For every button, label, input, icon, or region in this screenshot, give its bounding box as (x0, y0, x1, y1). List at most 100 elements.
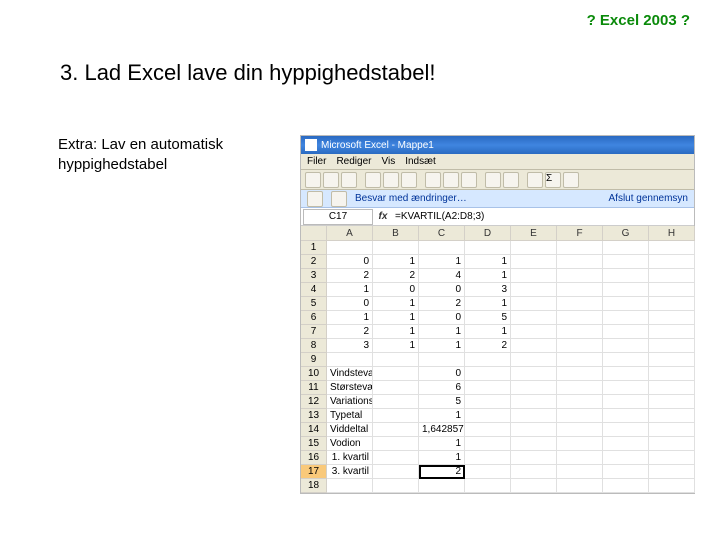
cell[interactable]: 1 (419, 437, 465, 451)
cell[interactable] (373, 241, 419, 255)
cell[interactable]: 0 (327, 255, 373, 269)
cell[interactable]: 1 (465, 325, 511, 339)
cell[interactable] (327, 353, 373, 367)
cell[interactable]: 1. kvartil (327, 451, 373, 465)
cell[interactable] (373, 465, 419, 479)
cell[interactable] (649, 381, 695, 395)
cell[interactable]: 1 (373, 311, 419, 325)
cell[interactable] (649, 451, 695, 465)
sort-icon[interactable] (527, 172, 543, 188)
row-header[interactable]: 15 (301, 437, 327, 451)
menu-insert[interactable]: Indsæt (405, 156, 436, 167)
cell[interactable] (649, 395, 695, 409)
row-header[interactable]: 1 (301, 241, 327, 255)
cell[interactable] (603, 269, 649, 283)
formula-input[interactable]: =KVARTIL(A2:D8;3) (391, 211, 694, 222)
cell[interactable] (373, 367, 419, 381)
cell[interactable] (511, 451, 557, 465)
copy-icon[interactable] (443, 172, 459, 188)
cell[interactable]: 2 (419, 465, 465, 479)
cell[interactable] (649, 297, 695, 311)
cut-icon[interactable] (425, 172, 441, 188)
cell[interactable] (327, 241, 373, 255)
cell[interactable] (373, 423, 419, 437)
cell[interactable] (557, 479, 603, 493)
cell[interactable] (465, 437, 511, 451)
cell[interactable]: 1 (465, 269, 511, 283)
corner-cell[interactable] (301, 226, 327, 241)
cell[interactable] (511, 297, 557, 311)
cell[interactable] (511, 465, 557, 479)
cell[interactable]: 0 (327, 297, 373, 311)
cell[interactable]: Størsteværdi (327, 381, 373, 395)
cell[interactable] (511, 437, 557, 451)
cell[interactable]: 1,642857 (419, 423, 465, 437)
row-header[interactable]: 17 (301, 465, 327, 479)
cell[interactable] (373, 479, 419, 493)
cell[interactable]: 3 (465, 283, 511, 297)
cell[interactable] (511, 479, 557, 493)
preview-icon[interactable] (383, 172, 399, 188)
cell[interactable]: 1 (419, 325, 465, 339)
cell[interactable]: 1 (465, 297, 511, 311)
cell[interactable]: 4 (419, 269, 465, 283)
cell[interactable]: Vodion (327, 437, 373, 451)
row-header[interactable]: 12 (301, 395, 327, 409)
review-icon2[interactable] (331, 191, 347, 207)
cell[interactable] (511, 409, 557, 423)
cell[interactable]: 1 (327, 311, 373, 325)
cell[interactable]: 1 (419, 451, 465, 465)
cell[interactable]: Variationsbredde (327, 395, 373, 409)
cell[interactable]: 1 (373, 325, 419, 339)
cell[interactable] (649, 311, 695, 325)
cell[interactable]: 1 (419, 409, 465, 423)
cell[interactable] (603, 465, 649, 479)
paste-icon[interactable] (461, 172, 477, 188)
cell[interactable] (511, 269, 557, 283)
cell[interactable] (649, 325, 695, 339)
cell[interactable] (511, 325, 557, 339)
col-D[interactable]: D (465, 226, 511, 241)
cell[interactable] (557, 255, 603, 269)
cell[interactable] (419, 241, 465, 255)
cell[interactable] (511, 395, 557, 409)
cell[interactable]: 2 (465, 339, 511, 353)
col-G[interactable]: G (603, 226, 649, 241)
cell[interactable] (649, 423, 695, 437)
cell[interactable]: 5 (465, 311, 511, 325)
cell[interactable]: 0 (373, 283, 419, 297)
cell[interactable] (465, 465, 511, 479)
cell[interactable] (511, 255, 557, 269)
fx-icon[interactable]: fx (375, 211, 391, 222)
open-icon[interactable] (323, 172, 339, 188)
cell[interactable] (649, 479, 695, 493)
cell[interactable]: 1 (327, 283, 373, 297)
cell[interactable] (511, 353, 557, 367)
new-icon[interactable] (305, 172, 321, 188)
row-header[interactable]: 7 (301, 325, 327, 339)
cell[interactable] (557, 311, 603, 325)
cell[interactable] (373, 437, 419, 451)
cell[interactable]: Typetal (327, 409, 373, 423)
cell[interactable] (557, 241, 603, 255)
cell[interactable] (649, 283, 695, 297)
cell[interactable] (557, 367, 603, 381)
row-header[interactable]: 14 (301, 423, 327, 437)
cell[interactable] (511, 339, 557, 353)
row-header[interactable]: 8 (301, 339, 327, 353)
cell[interactable] (603, 283, 649, 297)
cell[interactable] (603, 409, 649, 423)
chart-icon[interactable] (563, 172, 579, 188)
cell[interactable] (557, 339, 603, 353)
col-A[interactable]: A (327, 226, 373, 241)
cell[interactable] (649, 339, 695, 353)
col-H[interactable]: H (649, 226, 695, 241)
cell[interactable] (511, 311, 557, 325)
cell[interactable] (373, 353, 419, 367)
cell[interactable] (603, 311, 649, 325)
cell[interactable] (603, 325, 649, 339)
cell[interactable] (373, 381, 419, 395)
cell[interactable]: 0 (419, 311, 465, 325)
cell[interactable]: 2 (327, 269, 373, 283)
cell[interactable] (557, 437, 603, 451)
